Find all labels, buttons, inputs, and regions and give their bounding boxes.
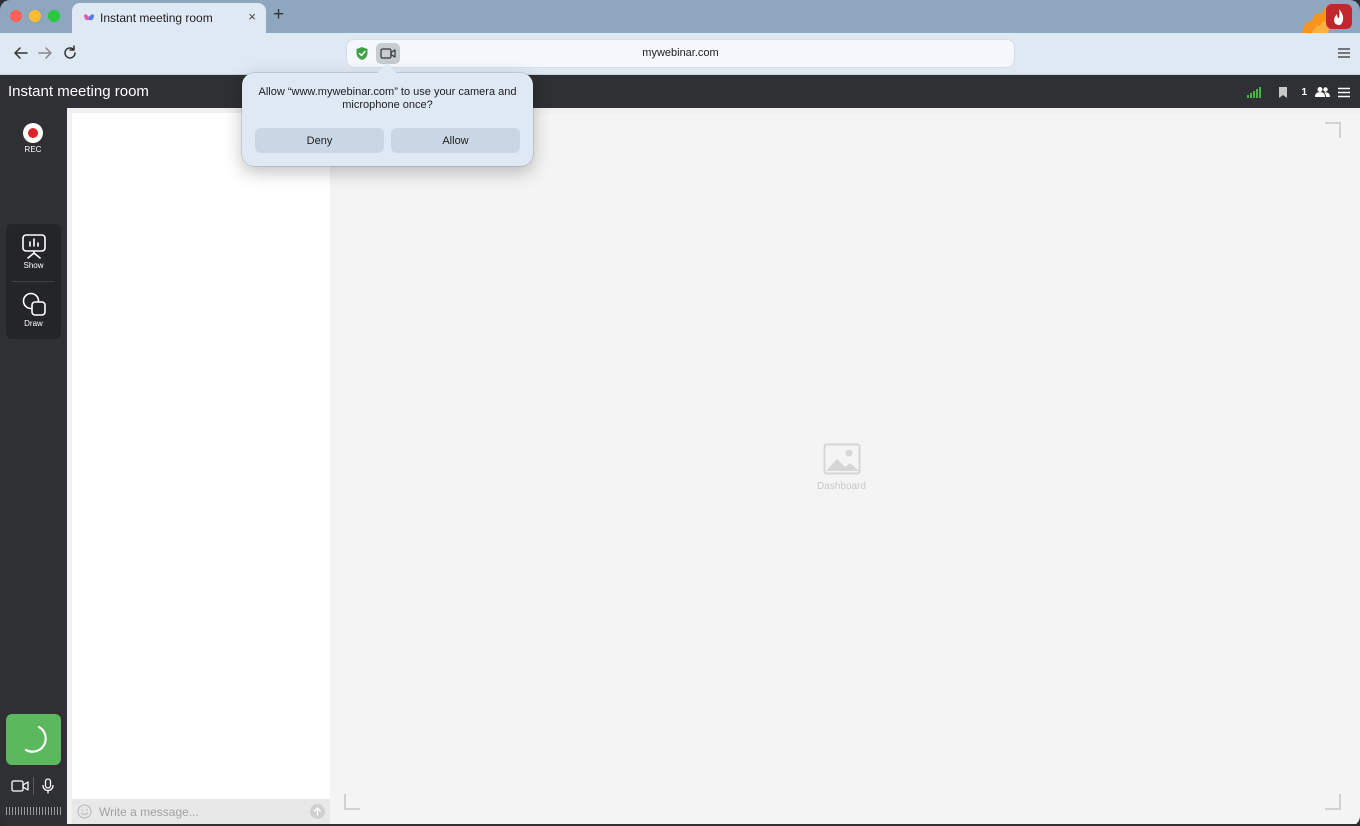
new-tab-button[interactable]: + (273, 5, 284, 25)
video-camera-icon[interactable] (11, 779, 29, 793)
url-text: mywebinar.com (642, 47, 719, 59)
permission-message: Allow “www.mywebinar.com” to use your ca… (258, 86, 517, 111)
deny-button[interactable]: Deny (255, 128, 384, 153)
left-toolbar: REC Show Draw (0, 108, 66, 826)
browser-toolbar: mywebinar.com (0, 33, 1360, 75)
browser-window: Instant meeting room × + mywebinar.com I… (0, 0, 1360, 826)
header-actions: 1 (1247, 84, 1350, 100)
fullscreen-corner-icon (344, 794, 360, 810)
emoji-icon[interactable] (77, 804, 92, 819)
chat-panel (67, 108, 330, 824)
send-arrow-icon[interactable] (310, 804, 325, 819)
media-controls (6, 774, 61, 798)
draw-tool-button[interactable]: Draw (6, 282, 61, 339)
draw-tool-label: Draw (24, 319, 43, 328)
chat-composer (72, 799, 330, 824)
tool-group: Show Draw (6, 224, 61, 339)
audio-level-meter (6, 807, 61, 815)
window-minimize-button[interactable] (29, 10, 41, 22)
forward-arrow-icon[interactable] (36, 44, 54, 62)
back-arrow-icon[interactable] (12, 44, 30, 62)
tab-close-icon[interactable]: × (248, 9, 256, 24)
reload-icon[interactable] (61, 44, 79, 62)
window-close-button[interactable] (10, 10, 22, 22)
browser-menu-icon[interactable] (1338, 47, 1350, 59)
tab-strip: Instant meeting room × + (0, 0, 1360, 33)
participants-count: 1 (1301, 86, 1307, 98)
participants-icon[interactable] (1315, 86, 1330, 98)
browser-mascot-icon[interactable] (1288, 0, 1360, 33)
chat-message-input[interactable] (99, 803, 299, 820)
allow-button[interactable]: Allow (391, 128, 520, 153)
window-zoom-button[interactable] (48, 10, 60, 22)
presentation-stage: Dashboard (330, 108, 1360, 824)
show-tool-button[interactable]: Show (6, 224, 61, 281)
site-favicon-icon (84, 14, 94, 21)
app-header: Instant meeting room 1 (0, 75, 1360, 108)
record-button[interactable]: REC (17, 123, 49, 154)
presentation-chart-icon (21, 234, 46, 259)
fullscreen-corner-icon[interactable] (1325, 122, 1341, 138)
signal-strength-icon[interactable] (1247, 86, 1263, 98)
shapes-icon (22, 292, 46, 316)
record-icon (23, 123, 43, 143)
show-tool-label: Show (23, 261, 44, 270)
loading-spinner-icon (24, 725, 47, 753)
dashboard-placeholder: Dashboard (804, 443, 879, 492)
tab-title: Instant meeting room (100, 11, 213, 25)
dashboard-label: Dashboard (817, 481, 866, 492)
bookmark-icon[interactable] (1277, 86, 1289, 99)
media-divider (33, 777, 34, 795)
app-menu-icon[interactable] (1338, 87, 1350, 98)
address-bar[interactable]: mywebinar.com (346, 39, 1015, 68)
join-media-button[interactable] (6, 714, 61, 765)
browser-tab[interactable]: Instant meeting room × (72, 3, 266, 33)
camera-permission-popover: Allow “www.mywebinar.com” to use your ca… (242, 73, 533, 166)
image-placeholder-icon (823, 443, 860, 475)
record-label: REC (24, 145, 42, 154)
room-title: Instant meeting room (8, 83, 149, 100)
fullscreen-corner-icon (1325, 794, 1341, 810)
microphone-icon[interactable] (41, 778, 55, 794)
